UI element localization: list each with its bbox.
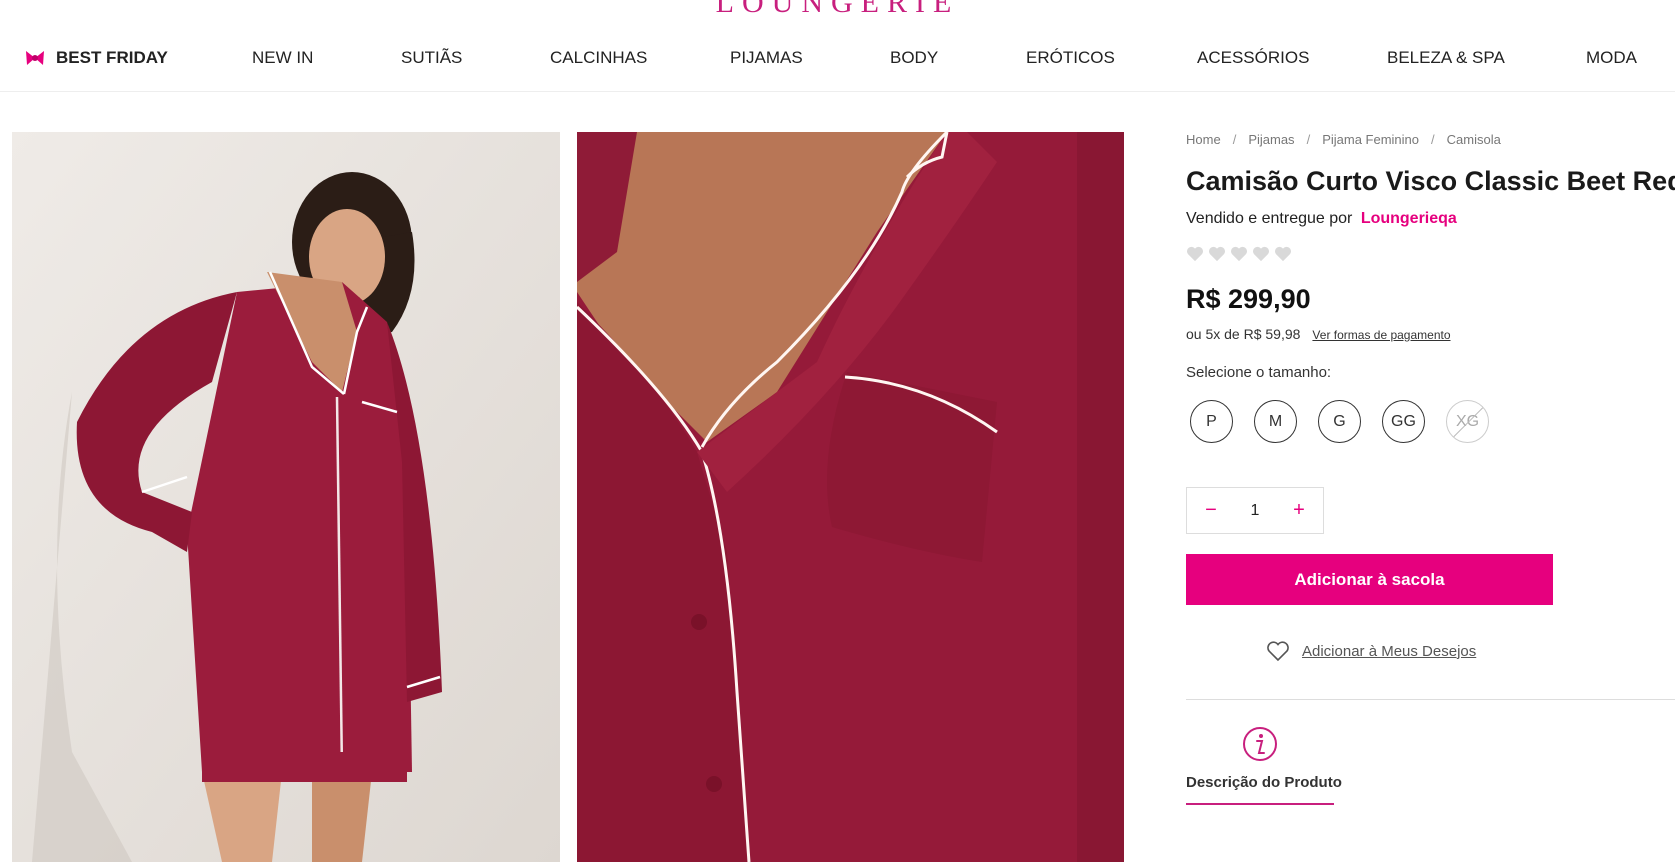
tab-label: Descrição do Produto bbox=[1186, 774, 1342, 791]
size-option-xg: XG bbox=[1446, 400, 1489, 443]
installments-text: ou 5x de R$ 59,98 bbox=[1186, 326, 1301, 342]
breadcrumb-camisola[interactable]: Camisola bbox=[1447, 132, 1501, 147]
nav-item-pijamas[interactable]: PIJAMAS bbox=[730, 48, 803, 68]
size-selector: P M G GG XG bbox=[1190, 400, 1489, 443]
heart-rating-icon bbox=[1187, 246, 1203, 262]
divider bbox=[1186, 699, 1675, 700]
tab-product-description[interactable]: Descrição do Produto bbox=[1186, 726, 1342, 805]
brand-logo[interactable]: LOUNGERIE bbox=[0, 0, 1675, 22]
product-price: R$ 299,90 bbox=[1186, 284, 1311, 314]
heart-rating-icon bbox=[1209, 246, 1225, 262]
size-option-g[interactable]: G bbox=[1318, 400, 1361, 443]
heart-rating-icon bbox=[1231, 246, 1247, 262]
nav-label: BEST FRIDAY bbox=[56, 48, 168, 67]
heart-outline-icon bbox=[1267, 641, 1289, 662]
add-to-wishlist[interactable]: Adicionar à Meus Desejos bbox=[1266, 640, 1476, 662]
breadcrumb-pijamas[interactable]: Pijamas bbox=[1248, 132, 1294, 147]
quantity-decrease-button[interactable]: − bbox=[1201, 499, 1221, 522]
tab-active-indicator bbox=[1186, 803, 1334, 805]
info-icon bbox=[1243, 727, 1277, 761]
nav-item-sutias[interactable]: SUTIÃS bbox=[401, 48, 462, 68]
quantity-value[interactable]: 1 bbox=[1251, 502, 1260, 520]
nav-item-moda[interactable]: MODA bbox=[1586, 48, 1637, 68]
breadcrumb-separator: / bbox=[1306, 132, 1311, 147]
nav-item-body[interactable]: BODY bbox=[890, 48, 938, 68]
heart-rating-icon bbox=[1253, 246, 1269, 262]
size-option-p[interactable]: P bbox=[1190, 400, 1233, 443]
product-info: Home / Pijamas / Pijama Feminino / Camis… bbox=[1186, 132, 1675, 805]
product-title: Camisão Curto Visco Classic Beet Red bbox=[1186, 166, 1675, 196]
nav-item-beleza-spa[interactable]: BELEZA & SPA bbox=[1387, 48, 1505, 68]
size-option-gg[interactable]: GG bbox=[1382, 400, 1425, 443]
nav-item-best-friday[interactable]: BEST FRIDAY bbox=[24, 48, 168, 68]
breadcrumb-pijama-feminino[interactable]: Pijama Feminino bbox=[1322, 132, 1419, 147]
breadcrumb-home[interactable]: Home bbox=[1186, 132, 1221, 147]
product-image-main[interactable] bbox=[12, 132, 560, 862]
breadcrumb-separator: / bbox=[1431, 132, 1435, 147]
breadcrumb-separator: / bbox=[1232, 132, 1237, 147]
nav-item-calcinhas[interactable]: CALCINHAS bbox=[550, 48, 647, 68]
model-photo bbox=[12, 132, 560, 862]
nav-item-acessorios[interactable]: ACESSÓRIOS bbox=[1197, 48, 1309, 68]
rating-stars[interactable] bbox=[1186, 246, 1292, 262]
payment-options-link[interactable]: Ver formas de pagamento bbox=[1312, 328, 1450, 342]
detail-photo bbox=[577, 132, 1124, 862]
main-nav: BEST FRIDAY NEW IN SUTIÃS CALCINHAS PIJA… bbox=[0, 36, 1675, 92]
quantity-stepper: − 1 + bbox=[1186, 487, 1324, 534]
seller-prefix: Vendido e entregue por bbox=[1186, 210, 1353, 227]
wishlist-label: Adicionar à Meus Desejos bbox=[1302, 642, 1477, 660]
nav-item-eroticos[interactable]: ERÓTICOS bbox=[1026, 48, 1115, 68]
bow-icon bbox=[26, 51, 44, 65]
product-image-detail[interactable] bbox=[577, 132, 1124, 862]
heart-rating-icon bbox=[1275, 246, 1291, 262]
size-label: Selecione o tamanho: bbox=[1186, 364, 1332, 381]
seller-name-link[interactable]: Loungerieqa bbox=[1361, 210, 1457, 227]
seller-info: Vendido e entregue por Loungerieqa bbox=[1186, 210, 1457, 228]
breadcrumb: Home / Pijamas / Pijama Feminino / Camis… bbox=[1186, 132, 1675, 147]
size-option-m[interactable]: M bbox=[1254, 400, 1297, 443]
quantity-increase-button[interactable]: + bbox=[1289, 499, 1309, 522]
add-to-bag-button[interactable]: Adicionar à sacola bbox=[1186, 554, 1553, 605]
nav-item-new-in[interactable]: NEW IN bbox=[252, 48, 313, 68]
installments: ou 5x de R$ 59,98 Ver formas de pagament… bbox=[1186, 326, 1451, 342]
